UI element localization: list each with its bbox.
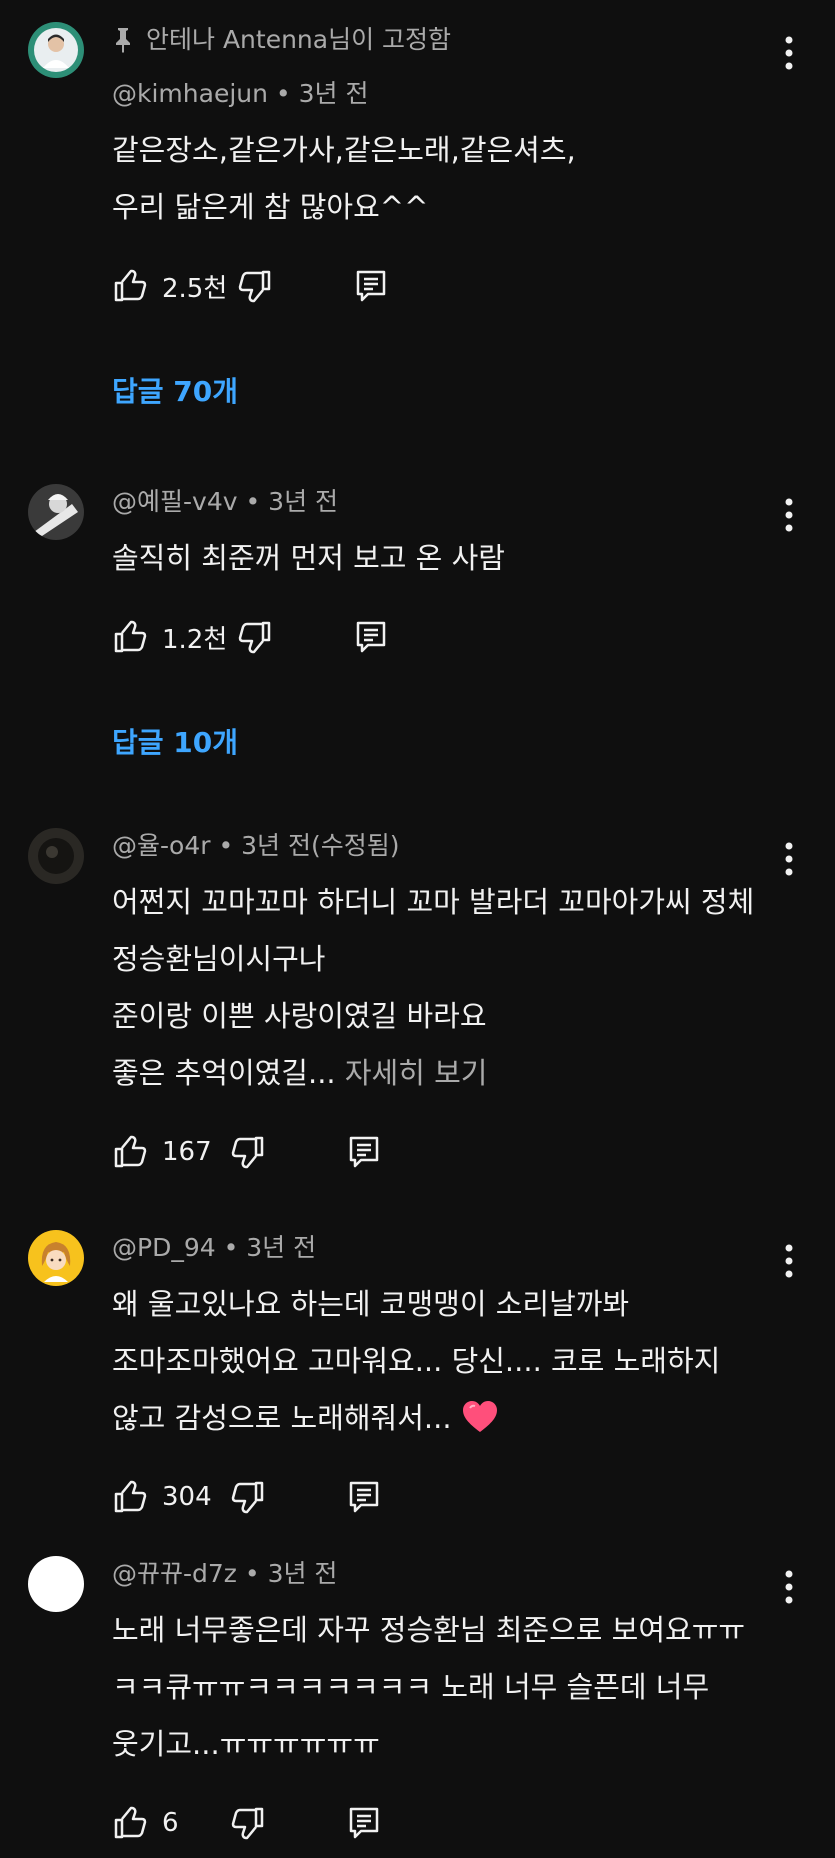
like-count: 1.2천: [162, 624, 228, 655]
read-more-link[interactable]: 자세히 보기: [345, 1056, 488, 1090]
more-options-icon[interactable]: [785, 1570, 793, 1604]
dislike-icon[interactable]: [230, 1134, 266, 1170]
comment-line: 어쩐지 꼬마꼬마 하더니 꼬마 발라더 꼬마아가씨 정체: [112, 885, 755, 919]
more-options-icon[interactable]: [785, 842, 793, 876]
comment-body: @예필-v4v • 3년 전 솔직히 최준꺼 먼저 보고 온 사람 1.2천 답…: [112, 484, 755, 763]
comment-text: 노래 너무좋은데 자꾸 정승환님 최준으로 보여요ㅠㅠ ㅋㅋ큐ㅠㅠㅋㅋㅋㅋㅋㅋㅋ…: [112, 1602, 755, 1773]
comment-text: 같은장소,같은가사,같은노래,같은셔츠, 우리 닮은게 참 많아요^^: [112, 122, 755, 236]
author-name[interactable]: @PD_94: [112, 1233, 216, 1262]
avatar[interactable]: [28, 1230, 84, 1286]
replies-button[interactable]: 답글 70개: [112, 372, 755, 412]
like-count: 167: [162, 1137, 212, 1167]
avatar[interactable]: [28, 484, 84, 540]
comment-line-last: 않고 감성으로 노래해줘서...: [112, 1390, 755, 1447]
comment-text: 왜 울고있나요 하는데 코맹맹이 소리날까봐 조마조마했어요 고마워요... 당…: [112, 1276, 755, 1447]
more-options-icon[interactable]: [785, 498, 793, 532]
comment-meta: @kimhaejun • 3년 전: [112, 76, 755, 112]
comment-line: 우리 닮은게 참 많아요^^: [112, 190, 429, 224]
meta-separator: •: [215, 1233, 247, 1262]
comment-line-text: 않고 감성으로 노래해줘서...: [112, 1401, 452, 1435]
comment-meta: @율-o4r • 3년 전(수정됨): [112, 828, 755, 864]
comment-time[interactable]: 3년 전(수정됨): [241, 831, 399, 860]
comment-line-last: 좋은 추억이였길... 자세히 보기: [112, 1045, 755, 1102]
comment-text: 어쩐지 꼬마꼬마 하더니 꼬마 발라더 꼬마아가씨 정체 정승환님이시구나 준이…: [112, 874, 755, 1102]
like-icon[interactable]: [112, 268, 148, 304]
pin-icon: [112, 27, 134, 53]
comment-line: 왜 울고있나요 하는데 코맹맹이 소리날까봐: [112, 1287, 630, 1321]
replies-button[interactable]: 답글 10개: [112, 723, 755, 763]
reply-icon[interactable]: [353, 619, 389, 655]
comment-body: 안테나 Antenna님이 고정함 @kimhaejun • 3년 전 같은장소…: [112, 22, 755, 412]
comment-line: 정승환님이시구나: [112, 942, 326, 976]
dislike-icon[interactable]: [230, 1479, 266, 1515]
like-count: 304: [162, 1482, 212, 1512]
reply-icon[interactable]: [346, 1479, 382, 1515]
comment-line-text: 좋은 추억이였길...: [112, 1056, 336, 1090]
reply-icon[interactable]: [353, 268, 389, 304]
reply-icon[interactable]: [346, 1134, 382, 1170]
dislike-icon[interactable]: [237, 619, 273, 655]
comment-actions: 304: [112, 1477, 755, 1517]
comment-meta: @뀨뀨-d7z • 3년 전: [112, 1556, 755, 1592]
author-name[interactable]: @율-o4r: [112, 831, 211, 860]
meta-separator: •: [267, 79, 299, 108]
heart-emoji-icon: [452, 1401, 498, 1435]
avatar[interactable]: [28, 1556, 84, 1612]
like-icon[interactable]: [112, 1479, 148, 1515]
comment-body: @율-o4r • 3년 전(수정됨) 어쩐지 꼬마꼬마 하더니 꼬마 발라더 꼬…: [112, 828, 755, 1172]
pinned-label: 안테나 Antenna님이 고정함: [112, 22, 755, 58]
comment-line: 노래 너무좋은데 자꾸 정승환님 최준으로 보여요ㅠㅠ: [112, 1613, 746, 1647]
comment-actions: 6: [112, 1803, 755, 1843]
like-count: 2.5천: [162, 273, 228, 304]
comment-time[interactable]: 3년 전: [299, 79, 369, 108]
like-icon[interactable]: [112, 619, 148, 655]
comment-time[interactable]: 3년 전: [268, 1559, 338, 1588]
comment-line: 조마조마했어요 고마워요... 당신.... 코로 노래하지: [112, 1344, 721, 1378]
comment-time[interactable]: 3년 전: [246, 1233, 316, 1262]
comment-time[interactable]: 3년 전: [268, 487, 338, 516]
author-name[interactable]: @kimhaejun: [112, 79, 268, 108]
author-name[interactable]: @뀨뀨-d7z: [112, 1559, 237, 1588]
meta-separator: •: [237, 487, 269, 516]
like-icon[interactable]: [112, 1805, 148, 1841]
comment-text: 솔직히 최준꺼 먼저 보고 온 사람: [112, 530, 755, 587]
avatar[interactable]: [28, 22, 84, 78]
like-icon[interactable]: [112, 1134, 148, 1170]
comment-meta: @PD_94 • 3년 전: [112, 1230, 755, 1266]
comment-line: 솔직히 최준꺼 먼저 보고 온 사람: [112, 541, 505, 575]
comment-line: 같은장소,같은가사,같은노래,같은셔츠,: [112, 133, 576, 167]
comment-line: ㅋㅋ큐ㅠㅠㅋㅋㅋㅋㅋㅋㅋ 노래 너무 슬픈데 너무: [112, 1670, 710, 1704]
comment-body: @뀨뀨-d7z • 3년 전 노래 너무좋은데 자꾸 정승환님 최준으로 보여요…: [112, 1556, 755, 1843]
like-count: 6: [162, 1808, 179, 1838]
avatar[interactable]: [28, 828, 84, 884]
author-name[interactable]: @예필-v4v: [112, 487, 238, 516]
comment-line: 준이랑 이쁜 사랑이였길 바라요: [112, 999, 487, 1033]
comment-actions: 167: [112, 1132, 755, 1172]
pinned-text: 안테나 Antenna님이 고정함: [146, 25, 452, 54]
dislike-icon[interactable]: [230, 1805, 266, 1841]
more-options-icon[interactable]: [785, 36, 793, 70]
reply-icon[interactable]: [346, 1805, 382, 1841]
dislike-icon[interactable]: [237, 268, 273, 304]
meta-separator: •: [236, 1559, 268, 1588]
comment-meta: @예필-v4v • 3년 전: [112, 484, 755, 520]
meta-separator: •: [210, 831, 242, 860]
more-options-icon[interactable]: [785, 1244, 793, 1278]
comment-body: @PD_94 • 3년 전 왜 울고있나요 하는데 코맹맹이 소리날까봐 조마조…: [112, 1230, 755, 1517]
comment-actions: 2.5천: [112, 266, 755, 306]
comment-actions: 1.2천: [112, 617, 755, 657]
comment-line: 웃기고...ㅠㅠㅠㅠㅠㅠ: [112, 1727, 380, 1761]
